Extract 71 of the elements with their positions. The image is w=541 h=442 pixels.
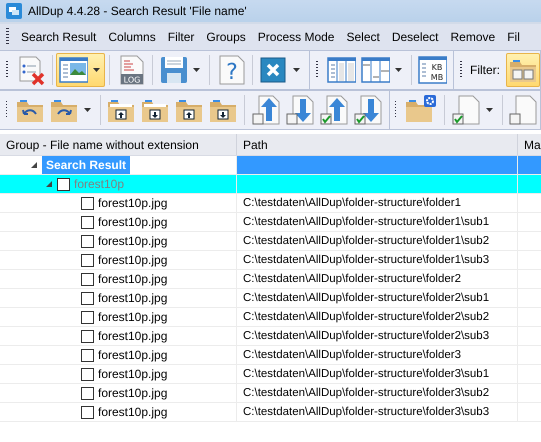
- checkbox[interactable]: [81, 310, 94, 324]
- file-name: forest10p.jpg: [98, 329, 168, 343]
- checkbox[interactable]: [81, 292, 94, 304]
- file-up-icon: [250, 94, 281, 126]
- menu-item[interactable]: Groups: [200, 30, 252, 44]
- checkbox[interactable]: [81, 216, 94, 228]
- file-name: forest10p.jpg: [98, 386, 168, 400]
- caret-icon: [193, 68, 200, 72]
- collapse-icon[interactable]: [30, 161, 38, 169]
- app-icon: [6, 3, 22, 19]
- file-path: C:\testdaten\AllDup\folder-structure\folder3: [242, 349, 461, 361]
- checkbox[interactable]: [81, 196, 94, 210]
- checkbox[interactable]: [81, 368, 94, 380]
- file-path: C:\testdaten\AllDup\folder-structure\folder2\sub3: [242, 330, 490, 342]
- file-path: C:\testdaten\AllDup\folder-structure\folder2: [242, 273, 461, 285]
- checkbox[interactable]: [81, 348, 94, 362]
- file-name: forest10p.jpg: [98, 272, 168, 286]
- caret-icon: [394, 68, 402, 72]
- filter-label: Filter:: [470, 63, 500, 77]
- menu-item[interactable]: Select: [340, 30, 386, 44]
- folder-button[interactable]: [506, 53, 540, 87]
- group-name: forest10p: [74, 177, 124, 191]
- column-header[interactable]: Ma: [518, 134, 541, 155]
- file-name: forest10p.jpg: [98, 253, 168, 267]
- file-path: C:\testdaten\AllDup\folder-structure\folder2\sub1: [242, 292, 490, 304]
- file-path: C:\testdaten\AllDup\folder-structure\folder1: [242, 197, 461, 209]
- menu-item[interactable]: Filter: [162, 30, 200, 44]
- file-name: forest10p.jpg: [98, 310, 168, 324]
- checkbox[interactable]: [81, 234, 94, 248]
- file-path: C:\testdaten\AllDup\folder-structure\folder2\sub2: [242, 311, 490, 323]
- collapse-icon[interactable]: [45, 180, 53, 188]
- file-name: forest10p.jpg: [98, 234, 168, 248]
- file-path: C:\testdaten\AllDup\folder-structure\folder1\sub1: [242, 216, 490, 228]
- file-name: forest10p.jpg: [98, 367, 168, 381]
- column-header[interactable]: Group - File name without extension: [0, 134, 237, 155]
- checkbox[interactable]: [81, 406, 94, 418]
- menu-item[interactable]: Columns: [102, 30, 162, 44]
- tree-node-label: Search Result: [42, 156, 130, 174]
- checkbox[interactable]: [81, 386, 94, 400]
- checkbox[interactable]: [57, 178, 70, 190]
- caret-icon: [93, 68, 100, 72]
- checkbox[interactable]: [81, 330, 94, 342]
- menu-item[interactable]: Remove: [444, 30, 502, 44]
- file-path: C:\testdaten\AllDup\folder-structure\folder3\sub2: [242, 387, 490, 399]
- menu-item[interactable]: Deselect: [386, 30, 445, 44]
- window-picture-button[interactable]: [56, 53, 106, 87]
- file-name: forest10p.jpg: [98, 215, 168, 229]
- file-name: forest10p.jpg: [98, 405, 168, 419]
- caret-icon: [293, 68, 300, 72]
- file-name: forest10p.jpg: [98, 196, 168, 210]
- file-name: forest10p.jpg: [98, 348, 168, 362]
- menu-item[interactable]: Search Result: [15, 30, 102, 44]
- file-down-icon: [284, 94, 315, 126]
- file-path: C:\testdaten\AllDup\folder-structure\folder3\sub1: [242, 368, 490, 380]
- file-path: C:\testdaten\AllDup\folder-structure\folder3\sub3: [242, 406, 490, 418]
- file-path: C:\testdaten\AllDup\folder-structure\folder1\sub3: [242, 254, 490, 266]
- menu-item[interactable]: Process Mode: [252, 30, 340, 44]
- file-name: forest10p.jpg: [98, 291, 168, 305]
- save-icon: [158, 54, 188, 86]
- menu-item[interactable]: Fil: [501, 30, 526, 44]
- checkbox[interactable]: [81, 254, 94, 266]
- file-up-icon: [318, 94, 349, 126]
- file-checkbox-icon: [508, 94, 538, 126]
- file-path: C:\testdaten\AllDup\folder-structure\folder1\sub2: [242, 235, 490, 247]
- caret-icon: [486, 108, 493, 112]
- file-checkbox-icon: [450, 94, 481, 126]
- window-title: AllDup 4.4.28 - Search Result 'File name': [28, 4, 247, 18]
- file-down-icon: [352, 94, 383, 126]
- checkbox[interactable]: [81, 272, 94, 286]
- column-header[interactable]: Path: [237, 134, 518, 155]
- caret-icon: [84, 108, 91, 112]
